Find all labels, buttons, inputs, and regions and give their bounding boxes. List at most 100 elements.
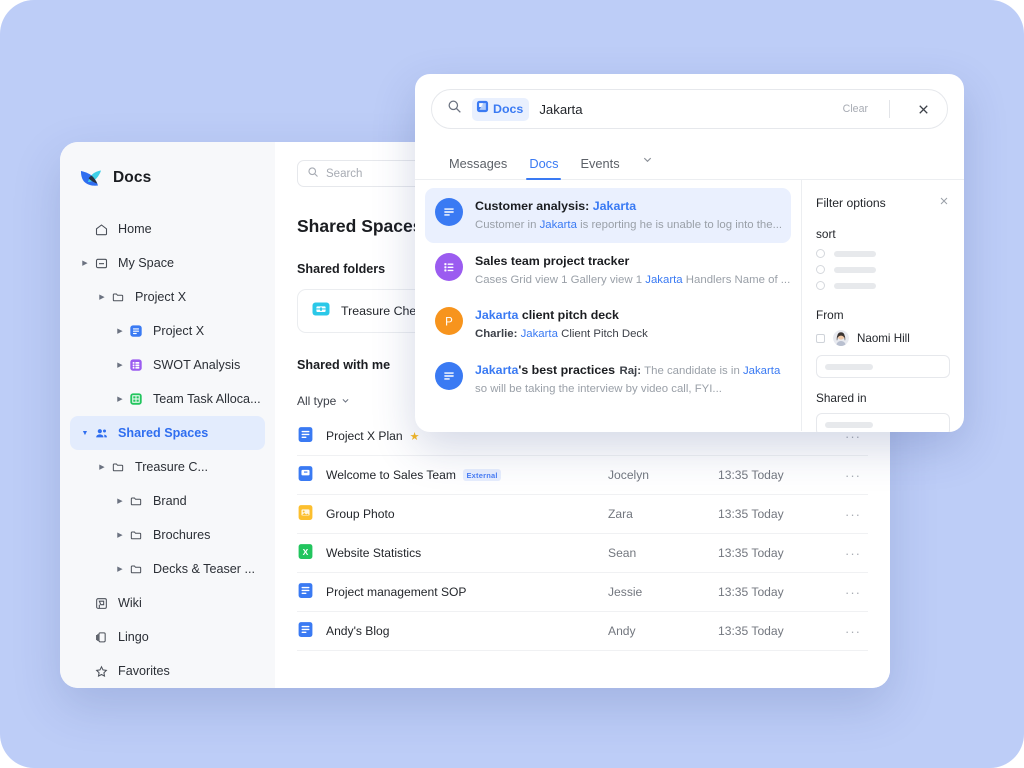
file-name: Andy's Blog — [326, 624, 390, 638]
search-placeholder: Search — [326, 167, 363, 180]
clear-button[interactable]: Clear — [843, 103, 868, 115]
folder-name: Treasure Chest — [341, 304, 426, 318]
chevron-right-icon[interactable]: ▶ — [78, 259, 92, 267]
sidebar-item-shared-spaces[interactable]: ▼ Shared Spaces — [70, 416, 265, 450]
external-badge: External — [462, 469, 502, 481]
sidebar-item-decks-teaser[interactable]: ▶ Decks & Teaser ... — [70, 552, 265, 586]
checkbox-icon[interactable] — [816, 333, 825, 343]
tab-events[interactable]: Events — [580, 156, 619, 179]
search-query-text[interactable]: Jakarta — [539, 102, 832, 117]
sidebar-item-brochures[interactable]: ▶ Brochures — [70, 518, 265, 552]
chevron-right-icon[interactable]: ▶ — [113, 361, 127, 369]
tab-messages[interactable]: Messages — [449, 156, 507, 179]
result-title: Jakarta's best practices — [475, 362, 616, 377]
image-yellow-icon — [297, 504, 314, 524]
radio-icon[interactable] — [816, 249, 825, 258]
more-horizontal-icon[interactable]: ··· — [838, 507, 868, 522]
more-horizontal-icon[interactable]: ··· — [838, 624, 868, 639]
sidebar-item-label: Decks & Teaser ... — [153, 562, 255, 576]
sidebar-item-swot-analysis[interactable]: ▶ SWOT Analysis — [70, 348, 265, 382]
sidebar-item-favorites[interactable]: Favorites — [70, 654, 265, 688]
from-person-row[interactable]: Naomi Hill — [816, 330, 950, 346]
sidebar-item-wiki[interactable]: Wiki — [70, 586, 265, 620]
folder-icon — [109, 288, 127, 306]
sidebar-item-team-task-allocation[interactable]: ▶ Team Task Alloca... — [70, 382, 265, 416]
chevron-down-icon[interactable] — [642, 152, 653, 179]
file-time: 13:35 Today — [718, 546, 784, 560]
table-row[interactable]: Welcome to Sales Team External Jocelyn 1… — [297, 456, 868, 495]
result-text: Customer analysis: Jakarta Customer in J… — [475, 197, 783, 234]
placeholder-bar — [834, 282, 876, 289]
file-name-cell: Project management SOP — [326, 585, 608, 599]
sidebar-item-label: SWOT Analysis — [153, 358, 241, 372]
list-item[interactable]: Sales team project tracker Cases Grid vi… — [425, 243, 791, 298]
table-row[interactable]: Andy's Blog Andy 13:35 Today ··· — [297, 612, 868, 651]
doc-blue-icon — [297, 621, 314, 641]
sidebar: Docs Home ▶ My Space ▶ Project X ▶ Proje… — [60, 142, 275, 688]
search-icon — [447, 99, 462, 119]
doc-blue-icon — [127, 322, 145, 340]
chevron-right-icon[interactable]: ▶ — [95, 293, 109, 301]
chevron-down-icon[interactable]: ▼ — [78, 430, 92, 437]
from-input[interactable] — [816, 355, 950, 378]
sidebar-item-project-x-doc[interactable]: ▶ Project X — [70, 314, 265, 348]
radio-icon[interactable] — [816, 281, 825, 290]
more-horizontal-icon[interactable]: ··· — [838, 585, 868, 600]
file-owner: Andy — [608, 624, 636, 638]
close-icon[interactable] — [911, 97, 935, 121]
chevron-right-icon[interactable]: ▶ — [113, 497, 127, 505]
folder-icon — [127, 560, 145, 578]
sidebar-item-brand[interactable]: ▶ Brand — [70, 484, 265, 518]
chevron-right-icon[interactable]: ▶ — [95, 463, 109, 471]
svg-text:X: X — [303, 547, 309, 557]
placeholder-bar — [834, 250, 876, 257]
shared-in-input[interactable] — [816, 413, 950, 432]
star-filled-icon[interactable]: ★ — [410, 430, 420, 443]
all-type-dropdown[interactable]: All type — [297, 394, 350, 408]
sort-option[interactable] — [816, 249, 950, 258]
table-row[interactable]: Group Photo Zara 13:35 Today ··· — [297, 495, 868, 534]
search-overlay-panel: Docs Jakarta Clear Messages Docs Events — [415, 74, 964, 432]
avatar — [833, 330, 849, 346]
table-row[interactable]: Project management SOP Jessie 13:35 Toda… — [297, 573, 868, 612]
more-horizontal-icon[interactable]: ··· — [838, 468, 868, 483]
sort-option[interactable] — [816, 265, 950, 274]
filter-header: Filter options — [816, 194, 950, 212]
placeholder-bar — [825, 363, 873, 370]
sidebar-item-label: Shared Spaces — [118, 426, 209, 440]
tab-docs[interactable]: Docs — [526, 156, 562, 180]
result-text: Jakarta client pitch deck Charlie: Jakar… — [475, 306, 781, 343]
result-snippet: Customer in Jakarta is reporting he is u… — [475, 219, 783, 231]
sidebar-item-project-x-folder[interactable]: ▶ Project X — [70, 280, 265, 314]
brand-name: Docs — [113, 169, 152, 186]
overlay-search-input[interactable]: Docs Jakarta Clear — [431, 89, 948, 129]
sort-label: sort — [816, 227, 836, 241]
grid-green-icon — [127, 390, 145, 408]
app-background: Docs Home ▶ My Space ▶ Project X ▶ Proje… — [0, 0, 1024, 768]
sidebar-item-lingo[interactable]: Lingo — [70, 620, 265, 654]
chevron-right-icon[interactable]: ▶ — [113, 327, 127, 335]
chevron-right-icon[interactable]: ▶ — [113, 395, 127, 403]
chevron-right-icon[interactable]: ▶ — [113, 531, 127, 539]
all-type-label: All type — [297, 394, 337, 408]
close-icon[interactable] — [938, 194, 950, 212]
sidebar-item-treasure-chest[interactable]: ▶ Treasure C... — [70, 450, 265, 484]
more-horizontal-icon[interactable]: ··· — [838, 546, 868, 561]
sort-option[interactable] — [816, 281, 950, 290]
sidebar-item-label: Wiki — [118, 596, 142, 610]
result-title: Sales team project tracker — [475, 253, 630, 268]
sidebar-item-my-space[interactable]: ▶ My Space — [70, 246, 265, 280]
list-item[interactable]: Customer analysis: Jakarta Customer in J… — [425, 188, 791, 243]
list-item[interactable]: Jakarta's best practices Raj: The candid… — [425, 352, 791, 407]
file-owner: Jocelyn — [608, 468, 650, 482]
result-title: Customer analysis: Jakarta — [475, 199, 637, 213]
sidebar-item-label: Brand — [153, 494, 187, 508]
table-row[interactable]: X Website Statistics Sean 13:35 Today ··… — [297, 534, 868, 573]
search-scope-chip[interactable]: Docs — [472, 97, 530, 121]
file-owner: Jessie — [608, 585, 643, 599]
list-item[interactable]: P Jakarta client pitch deck Charlie: Jak… — [425, 297, 791, 352]
radio-icon[interactable] — [816, 265, 825, 274]
chevron-right-icon[interactable]: ▶ — [113, 565, 127, 573]
sidebar-item-home[interactable]: Home — [70, 212, 265, 246]
